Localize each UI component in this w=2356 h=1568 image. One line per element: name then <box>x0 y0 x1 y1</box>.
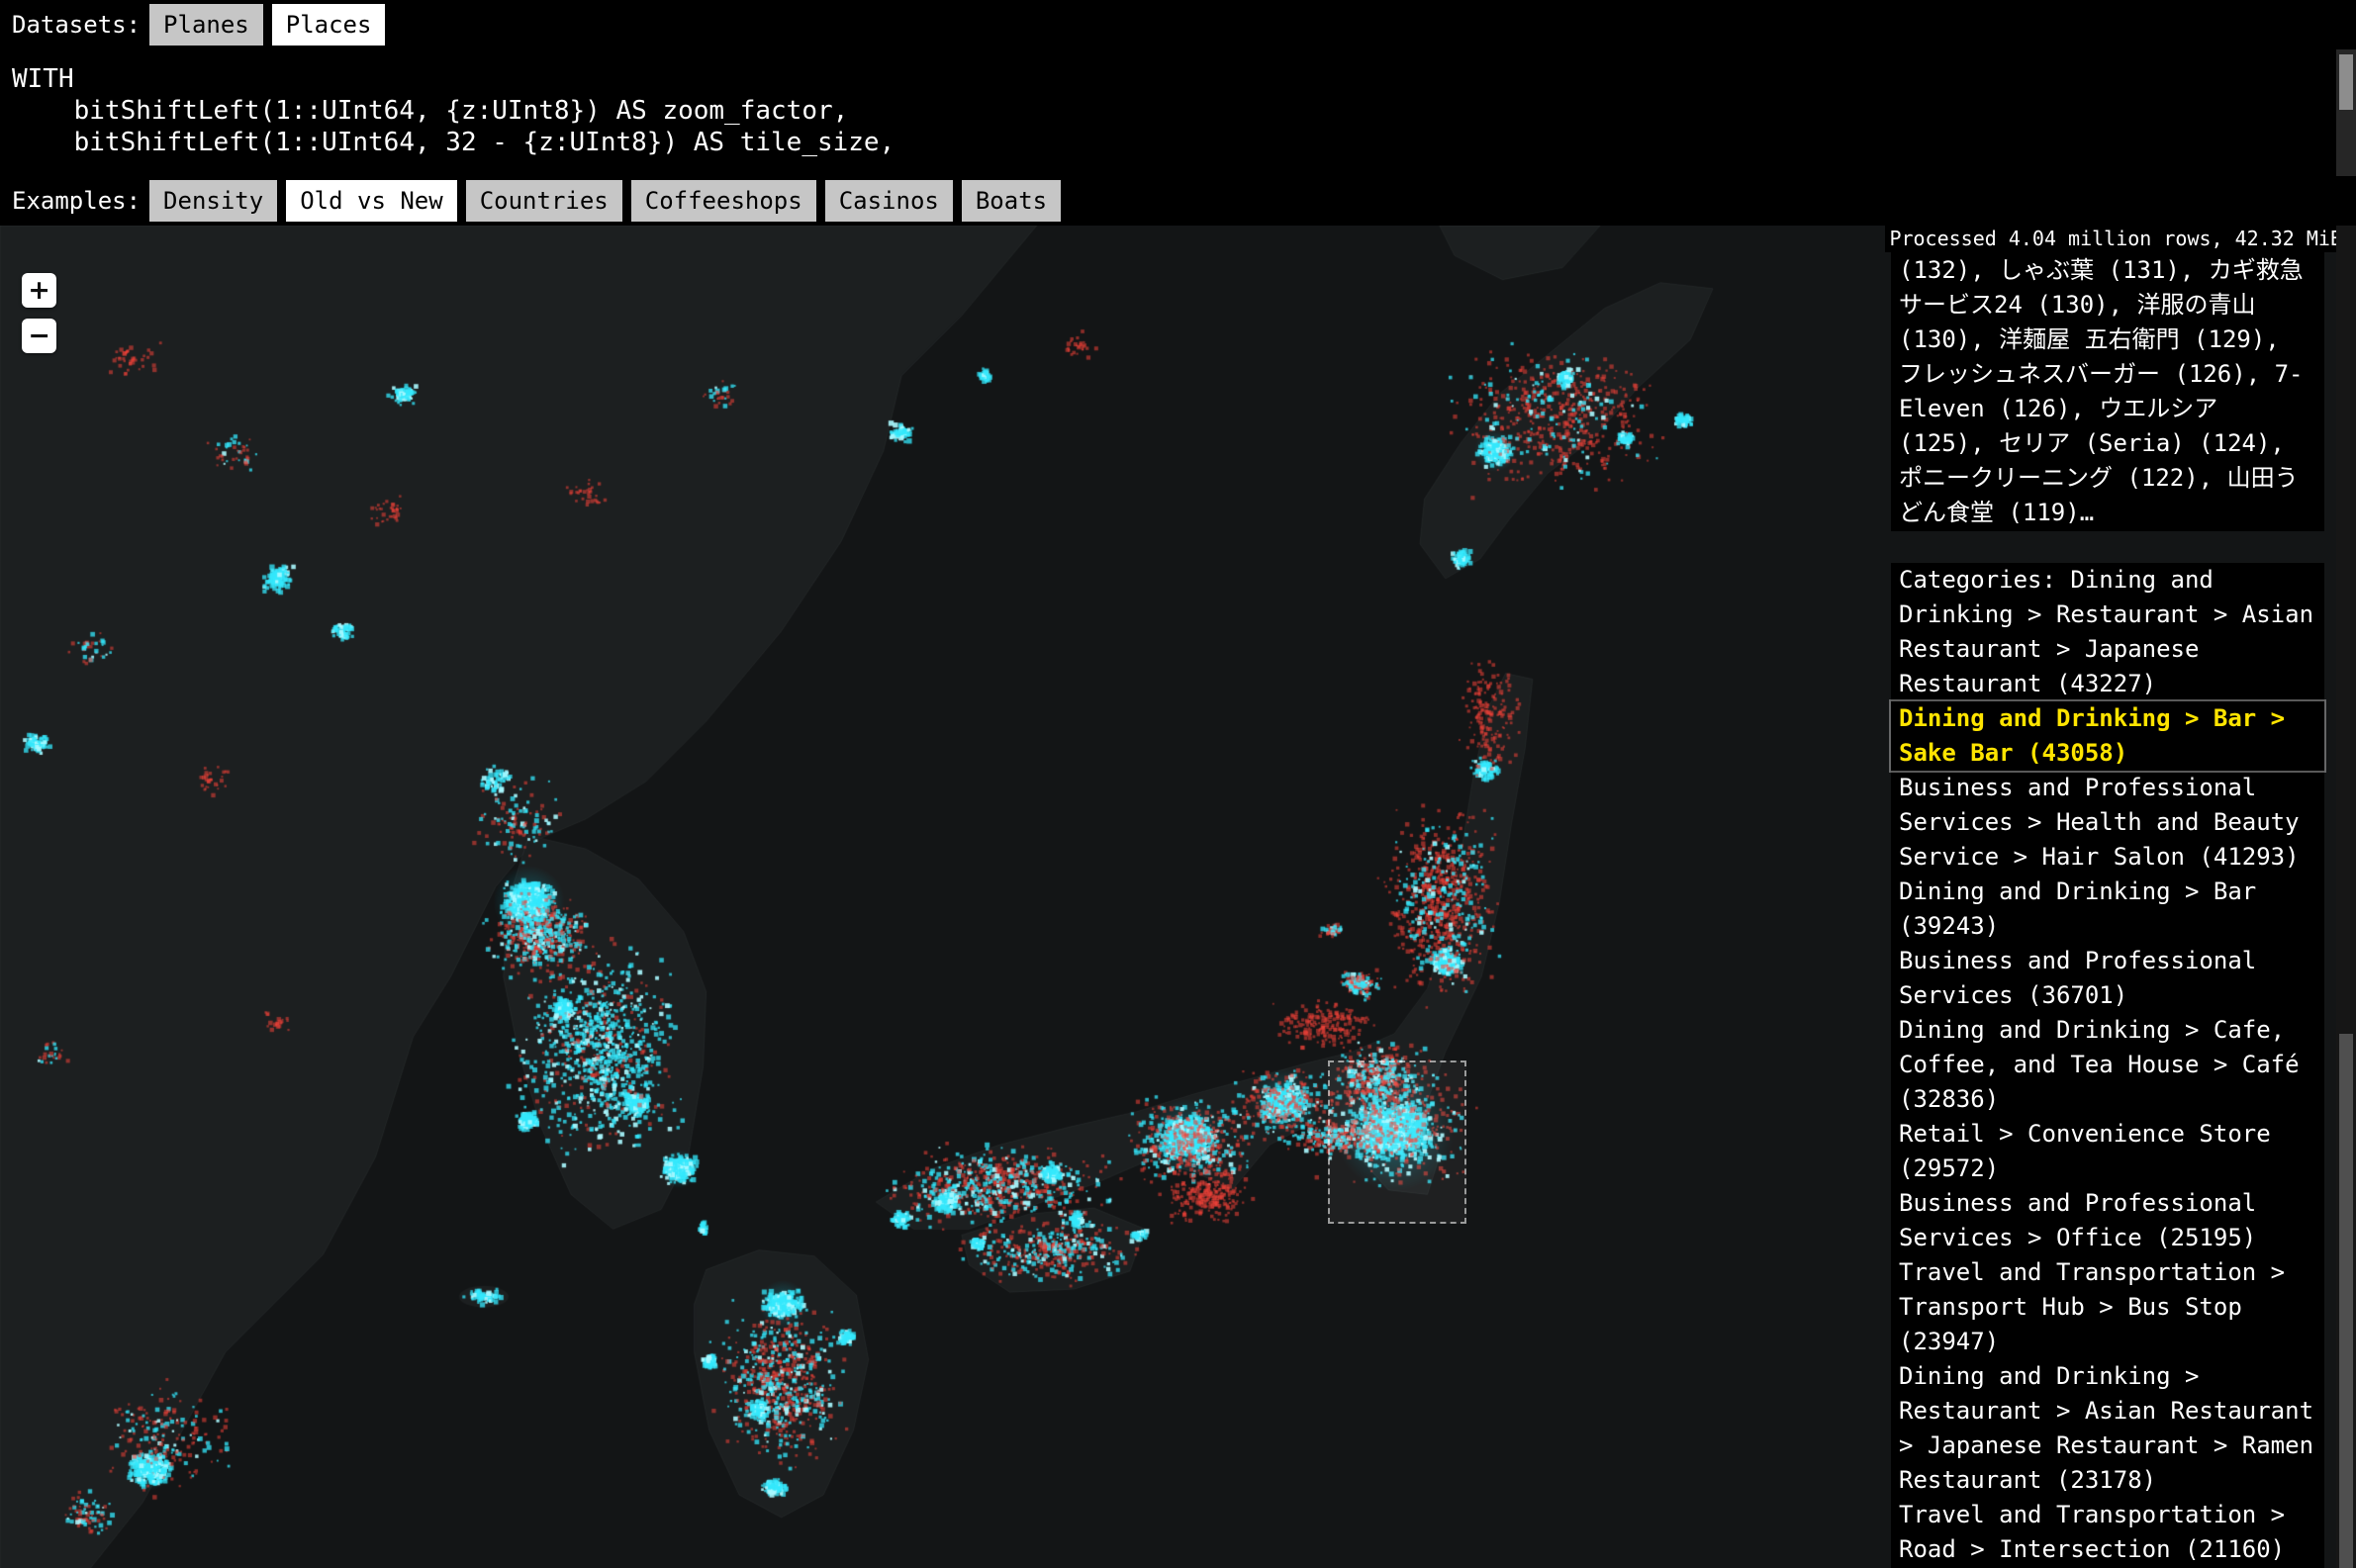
example-button-countries[interactable]: Countries <box>466 180 622 222</box>
category-item[interactable]: Retail > Convenience Store (29572) <box>1891 1117 2324 1186</box>
category-item[interactable]: Travel and Transportation > Transport Hu… <box>1891 1255 2324 1359</box>
results-panel: (132), しゃぶ葉 (131), カギ救急サービス24 (130), 洋服の… <box>1891 252 2324 1568</box>
sql-scrollbar[interactable] <box>2336 49 2356 176</box>
category-item[interactable]: Business and Professional Services (3670… <box>1891 944 2324 1013</box>
category-item-highlighted[interactable]: Dining and Drinking > Bar > Sake Bar (43… <box>1891 701 2324 771</box>
datasets-label: Datasets: <box>12 11 141 39</box>
category-item[interactable]: Dining and Drinking > Restaurant > Asian… <box>1891 1359 2324 1498</box>
zoom-out-button[interactable]: − <box>22 319 56 353</box>
category-item[interactable]: Business and Professional Services > Hea… <box>1891 771 2324 875</box>
category-item[interactable]: Dining and Drinking > Cafe, Coffee, and … <box>1891 1013 2324 1117</box>
top-names-list: (132), しゃぶ葉 (131), カギ救急サービス24 (130), 洋服の… <box>1891 252 2324 531</box>
page-scrollbar[interactable] <box>2336 226 2356 1568</box>
examples-bar: Examples: Density Old vs New Countries C… <box>0 176 2356 226</box>
example-button-old-vs-new[interactable]: Old vs New <box>286 180 457 222</box>
dataset-button-planes[interactable]: Planes <box>149 4 263 46</box>
example-button-boats[interactable]: Boats <box>962 180 1061 222</box>
category-list: Categories: Dining and Drinking > Restau… <box>1891 563 2324 1568</box>
example-button-density[interactable]: Density <box>149 180 277 222</box>
category-item[interactable]: Dining and Drinking > Bar (39243) <box>1891 875 2324 944</box>
dataset-button-places[interactable]: Places <box>272 4 386 46</box>
sql-editor[interactable]: WITH bitShiftLeft(1::UInt64, {z:UInt8}) … <box>0 49 2356 176</box>
datasets-bar: Datasets: Planes Places <box>0 0 2356 49</box>
example-button-coffeeshops[interactable]: Coffeeshops <box>631 180 816 222</box>
status-bar: Processed 4.04 million rows, 42.32 MiB <box>1885 226 2356 252</box>
map-selection-rectangle[interactable] <box>1328 1061 1466 1224</box>
zoom-in-button[interactable]: + <box>22 273 56 308</box>
category-item[interactable]: Categories: Dining and Drinking > Restau… <box>1891 563 2324 701</box>
sql-scrollbar-thumb[interactable] <box>2339 54 2353 110</box>
map-region: + − Processed 4.04 million rows, 42.32 M… <box>0 226 2356 1568</box>
zoom-control: + − <box>22 273 56 353</box>
sql-code[interactable]: WITH bitShiftLeft(1::UInt64, {z:UInt8}) … <box>0 49 2356 158</box>
category-item[interactable]: Travel and Transportation > Road > Inter… <box>1891 1498 2324 1567</box>
examples-label: Examples: <box>12 187 141 215</box>
page-scrollbar-thumb[interactable] <box>2339 1034 2353 1568</box>
category-item[interactable]: Business and Professional Services > Off… <box>1891 1186 2324 1255</box>
example-button-casinos[interactable]: Casinos <box>825 180 953 222</box>
